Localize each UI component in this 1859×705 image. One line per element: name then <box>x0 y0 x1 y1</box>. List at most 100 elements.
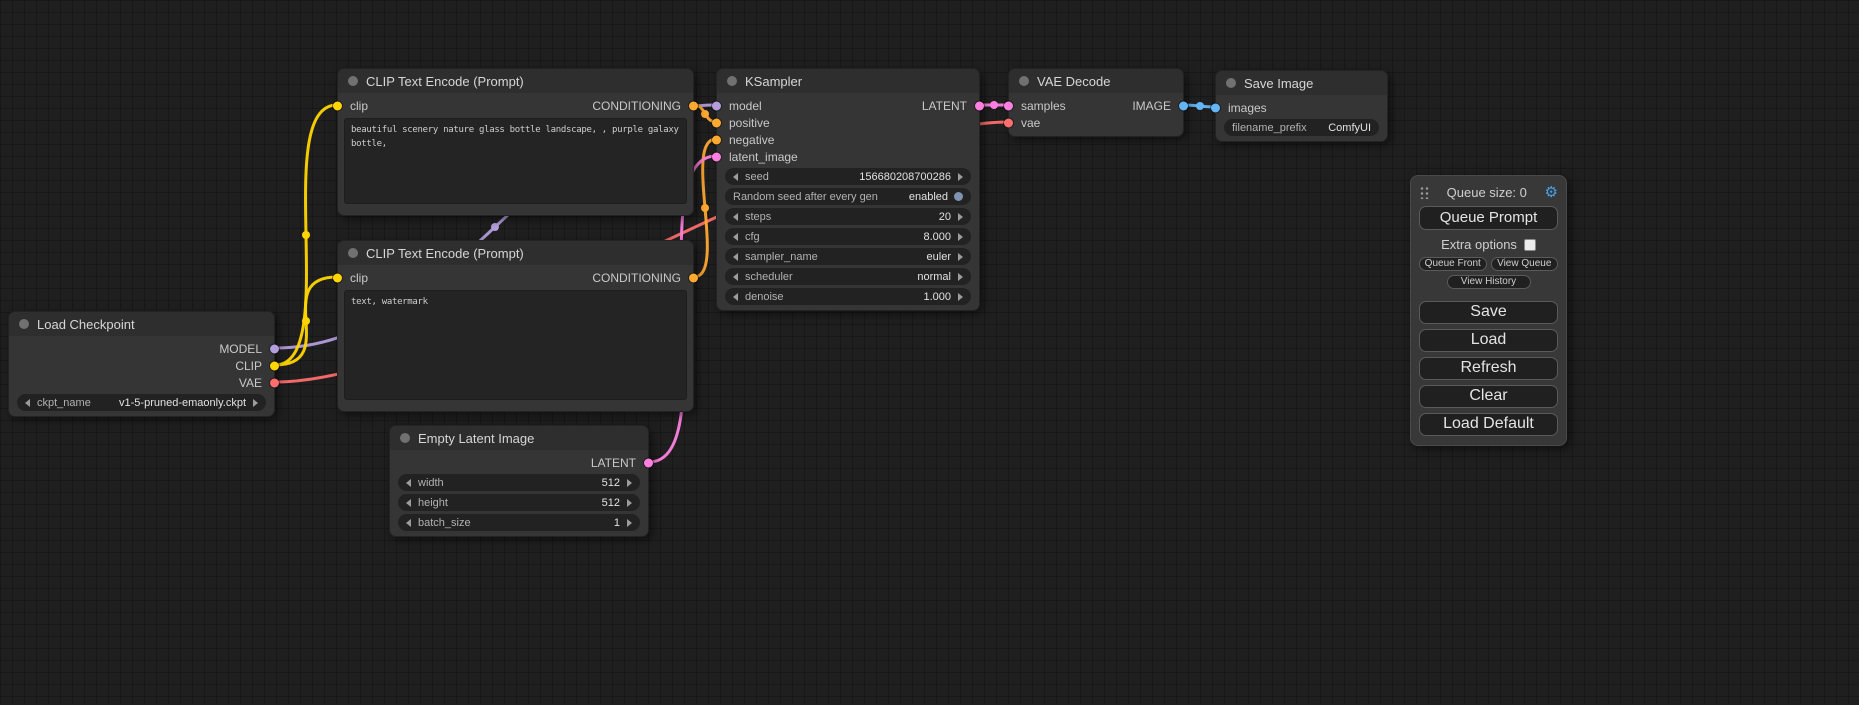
node-title: Load Checkpoint <box>37 317 135 332</box>
vae-input-port[interactable] <box>1004 118 1013 127</box>
slot-label: samples <box>1009 99 1066 113</box>
decrement-arrow-icon[interactable] <box>25 399 30 407</box>
cfg-widget[interactable]: cfg 8.000 <box>725 228 971 245</box>
increment-arrow-icon[interactable] <box>958 273 963 281</box>
increment-arrow-icon[interactable] <box>958 173 963 181</box>
extra-options-checkbox[interactable] <box>1524 239 1536 251</box>
node-title-bar[interactable]: KSampler <box>717 69 979 93</box>
sampler-name-widget[interactable]: sampler_name euler <box>725 248 971 265</box>
positive-prompt-textarea[interactable]: beautiful scenery nature glass bottle la… <box>344 118 687 204</box>
negative-prompt-textarea[interactable]: text, watermark <box>344 290 687 400</box>
queue-front-button[interactable]: Queue Front <box>1419 257 1487 271</box>
toggle-indicator-icon[interactable] <box>954 192 963 201</box>
collapse-dot-icon[interactable] <box>19 319 29 329</box>
model-output-port[interactable] <box>270 344 279 353</box>
increment-arrow-icon[interactable] <box>253 399 258 407</box>
latent-image-input-port[interactable] <box>712 152 721 161</box>
decrement-arrow-icon[interactable] <box>406 499 411 507</box>
save-button[interactable]: Save <box>1419 301 1558 324</box>
node-load-checkpoint[interactable]: Load Checkpoint MODEL CLIP VAE ckpt_name… <box>8 311 275 417</box>
decrement-arrow-icon[interactable] <box>406 479 411 487</box>
view-queue-button[interactable]: View Queue <box>1491 257 1559 271</box>
collapse-dot-icon[interactable] <box>348 248 358 258</box>
node-title-bar[interactable]: Empty Latent Image <box>390 426 648 450</box>
scheduler-widget[interactable]: scheduler normal <box>725 268 971 285</box>
collapse-dot-icon[interactable] <box>400 433 410 443</box>
node-vae-decode[interactable]: VAE Decode samples IMAGE vae <box>1008 68 1184 137</box>
widget-value: 512 <box>602 497 620 509</box>
increment-arrow-icon[interactable] <box>958 293 963 301</box>
slot-label: CONDITIONING <box>592 99 693 113</box>
settings-gear-icon[interactable]: ⚙ <box>1545 185 1558 200</box>
node-clip-text-encode-negative[interactable]: CLIP Text Encode (Prompt) clip CONDITION… <box>337 240 694 412</box>
slot-label: images <box>1216 101 1267 115</box>
positive-input-port[interactable] <box>712 118 721 127</box>
images-input-port[interactable] <box>1211 103 1220 112</box>
collapse-dot-icon[interactable] <box>727 76 737 86</box>
node-title-bar[interactable]: Save Image <box>1216 71 1387 95</box>
clear-button[interactable]: Clear <box>1419 385 1558 408</box>
clip-input-port[interactable] <box>333 273 342 282</box>
filename-prefix-widget[interactable]: filename_prefix ComfyUI <box>1224 119 1379 136</box>
ckpt-name-widget[interactable]: ckpt_name v1-5-pruned-emaonly.ckpt <box>17 394 266 411</box>
decrement-arrow-icon[interactable] <box>733 233 738 241</box>
node-title: VAE Decode <box>1037 74 1110 89</box>
queue-prompt-button[interactable]: Queue Prompt <box>1419 206 1558 230</box>
height-widget[interactable]: height 512 <box>398 494 640 511</box>
conditioning-output-port[interactable] <box>689 273 698 282</box>
graph-canvas[interactable]: Load Checkpoint MODEL CLIP VAE ckpt_name… <box>0 0 1859 705</box>
decrement-arrow-icon[interactable] <box>733 213 738 221</box>
increment-arrow-icon[interactable] <box>627 519 632 527</box>
clip-input-port[interactable] <box>333 101 342 110</box>
batch-size-widget[interactable]: batch_size 1 <box>398 514 640 531</box>
collapse-dot-icon[interactable] <box>348 76 358 86</box>
image-output-port[interactable] <box>1179 101 1188 110</box>
slot-label: negative <box>717 133 774 147</box>
node-save-image[interactable]: Save Image images filename_prefix ComfyU… <box>1215 70 1388 142</box>
latent-output-port[interactable] <box>975 101 984 110</box>
collapse-dot-icon[interactable] <box>1226 78 1236 88</box>
model-input-port[interactable] <box>712 101 721 110</box>
clip-output-port[interactable] <box>270 361 279 370</box>
node-title-bar[interactable]: CLIP Text Encode (Prompt) <box>338 69 693 93</box>
decrement-arrow-icon[interactable] <box>733 273 738 281</box>
decrement-arrow-icon[interactable] <box>406 519 411 527</box>
width-widget[interactable]: width 512 <box>398 474 640 491</box>
latent-output-port[interactable] <box>644 458 653 467</box>
seed-widget[interactable]: seed 156680208700286 <box>725 168 971 185</box>
load-button[interactable]: Load <box>1419 329 1558 352</box>
collapse-dot-icon[interactable] <box>1019 76 1029 86</box>
decrement-arrow-icon[interactable] <box>733 253 738 261</box>
conditioning-output-port[interactable] <box>689 101 698 110</box>
increment-arrow-icon[interactable] <box>958 233 963 241</box>
view-history-button[interactable]: View History <box>1447 275 1531 289</box>
node-clip-text-encode-positive[interactable]: CLIP Text Encode (Prompt) clip CONDITION… <box>337 68 694 216</box>
decrement-arrow-icon[interactable] <box>733 173 738 181</box>
negative-input-port[interactable] <box>712 135 721 144</box>
load-default-button[interactable]: Load Default <box>1419 413 1558 436</box>
increment-arrow-icon[interactable] <box>627 499 632 507</box>
node-empty-latent-image[interactable]: Empty Latent Image LATENT width 512 heig… <box>389 425 649 537</box>
node-ksampler[interactable]: KSampler model LATENT positive negative … <box>716 68 980 311</box>
widget-value: ComfyUI <box>1328 122 1371 134</box>
samples-input-port[interactable] <box>1004 101 1013 110</box>
widget-value: 20 <box>939 211 951 223</box>
node-title-bar[interactable]: CLIP Text Encode (Prompt) <box>338 241 693 265</box>
drag-handle-icon[interactable] <box>1419 185 1429 199</box>
node-title-bar[interactable]: Load Checkpoint <box>9 312 274 336</box>
queue-size-label: Queue size: 0 <box>1429 185 1545 200</box>
denoise-widget[interactable]: denoise 1.000 <box>725 288 971 305</box>
widget-value: enabled <box>909 191 948 203</box>
random-seed-toggle-widget[interactable]: Random seed after every gen enabled <box>725 188 971 205</box>
widget-value: 156680208700286 <box>859 171 951 183</box>
node-title-bar[interactable]: VAE Decode <box>1009 69 1183 93</box>
increment-arrow-icon[interactable] <box>958 253 963 261</box>
vae-output-port[interactable] <box>270 378 279 387</box>
refresh-button[interactable]: Refresh <box>1419 357 1558 380</box>
decrement-arrow-icon[interactable] <box>733 293 738 301</box>
steps-widget[interactable]: steps 20 <box>725 208 971 225</box>
increment-arrow-icon[interactable] <box>627 479 632 487</box>
node-title: CLIP Text Encode (Prompt) <box>366 246 524 261</box>
widget-label: sampler_name <box>745 251 818 263</box>
increment-arrow-icon[interactable] <box>958 213 963 221</box>
